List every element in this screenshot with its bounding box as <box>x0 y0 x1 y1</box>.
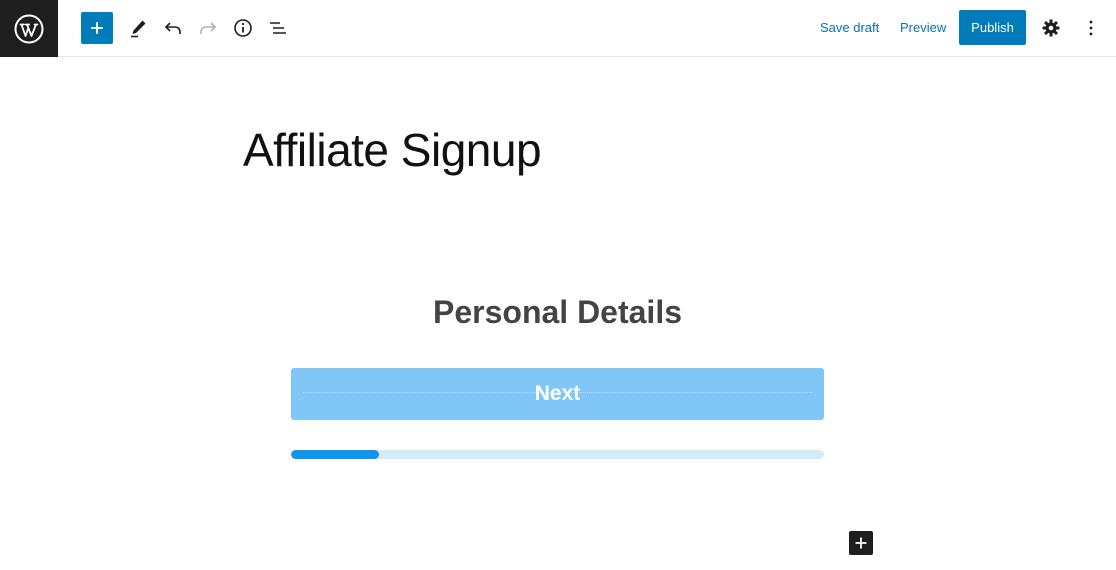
post-title[interactable]: Affiliate Signup <box>243 120 542 180</box>
form-block[interactable]: Personal Details Next <box>291 290 824 459</box>
gear-icon <box>1042 19 1060 37</box>
wordpress-logo-button[interactable] <box>0 0 58 57</box>
settings-button[interactable] <box>1035 12 1067 44</box>
tools-button[interactable] <box>122 12 154 44</box>
add-block-button[interactable] <box>81 12 113 44</box>
list-view-button[interactable] <box>262 12 294 44</box>
list-view-icon <box>270 22 286 34</box>
wordpress-icon <box>14 14 44 43</box>
options-button[interactable] <box>1075 12 1107 44</box>
next-button-label: Next <box>534 382 581 405</box>
redo-icon <box>200 22 217 34</box>
preview-button[interactable]: Preview <box>900 18 946 38</box>
undo-button[interactable] <box>157 12 189 44</box>
more-vertical-icon <box>1089 20 1093 36</box>
redo-button[interactable] <box>192 12 224 44</box>
pencil-icon <box>131 20 146 38</box>
info-icon <box>234 19 252 37</box>
form-progress-bar <box>291 450 824 459</box>
plus-icon <box>91 22 103 34</box>
next-button[interactable]: Next <box>291 368 824 420</box>
details-button[interactable] <box>227 12 259 44</box>
save-draft-button[interactable]: Save draft <box>820 18 879 38</box>
block-inserter-button[interactable] <box>849 531 873 555</box>
editor-header: Save draft Preview Publish <box>0 0 1116 57</box>
undo-icon <box>164 22 181 34</box>
plus-icon <box>855 537 867 549</box>
form-progress-fill <box>291 450 379 459</box>
publish-button[interactable]: Publish <box>959 10 1026 45</box>
form-page-title: Personal Details <box>433 294 682 330</box>
